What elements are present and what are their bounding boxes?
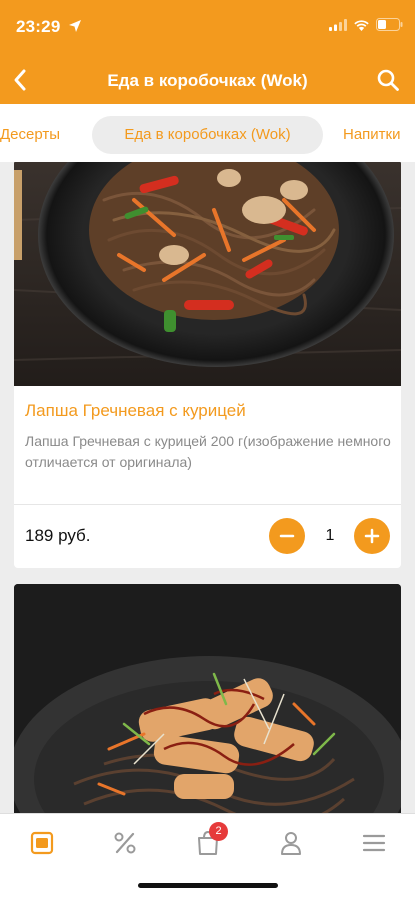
product-price: 189 руб. xyxy=(25,526,91,545)
hamburger-menu-icon xyxy=(362,834,386,852)
product-card[interactable] xyxy=(14,584,401,813)
nav-menu[interactable] xyxy=(22,826,62,860)
page-title: Еда в коробочках (Wok) xyxy=(107,71,308,90)
category-tabs: Десерты Еда в коробочках (Wok) Напитки xyxy=(0,104,415,162)
product-name[interactable]: Лапша Гречневая с курицей xyxy=(14,386,401,421)
increase-quantity-button[interactable] xyxy=(354,518,390,554)
wifi-icon xyxy=(354,19,369,31)
menu-card-icon xyxy=(30,831,54,855)
product-list[interactable]: Лапша Гречневая с курицей Лапша Гречнева… xyxy=(0,162,415,813)
decrease-quantity-button[interactable] xyxy=(269,518,305,554)
status-indicators xyxy=(329,18,403,31)
tab-desserts[interactable]: Десерты xyxy=(0,116,60,154)
app-header: 23:29 Еда в коробочках (Wok) xyxy=(0,0,415,104)
nav-bar: Еда в коробочках (Wok) xyxy=(0,56,415,104)
product-description: Лапша Гречневая с курицей 200 г(изображе… xyxy=(25,433,391,470)
nav-promotions[interactable] xyxy=(105,826,145,860)
tab-wok-boxes[interactable]: Еда в коробочках (Wok) xyxy=(92,116,323,154)
home-indicator xyxy=(138,883,278,888)
minus-icon xyxy=(279,534,295,538)
percent-icon xyxy=(114,832,136,854)
nav-profile[interactable] xyxy=(271,826,311,860)
location-arrow-icon xyxy=(69,20,81,32)
nav-more[interactable] xyxy=(354,826,394,860)
tab-drinks[interactable]: Напитки xyxy=(343,116,401,154)
quantity-value: 1 xyxy=(325,527,335,544)
price-row: 189 руб. 1 xyxy=(14,505,401,568)
search-icon xyxy=(377,69,399,91)
product-image xyxy=(14,584,401,813)
status-time: 23:29 xyxy=(16,17,61,36)
cart-badge: 2 xyxy=(209,822,228,841)
product-card[interactable]: Лапша Гречневая с курицей Лапша Гречнева… xyxy=(14,162,401,568)
nav-cart[interactable]: 2 xyxy=(188,822,228,860)
search-button[interactable] xyxy=(373,65,403,95)
battery-icon xyxy=(376,18,403,31)
profile-icon xyxy=(281,832,301,855)
product-image xyxy=(14,162,401,386)
cellular-signal-icon xyxy=(329,18,347,31)
status-bar: 23:29 xyxy=(0,0,415,50)
plus-icon xyxy=(364,528,380,544)
